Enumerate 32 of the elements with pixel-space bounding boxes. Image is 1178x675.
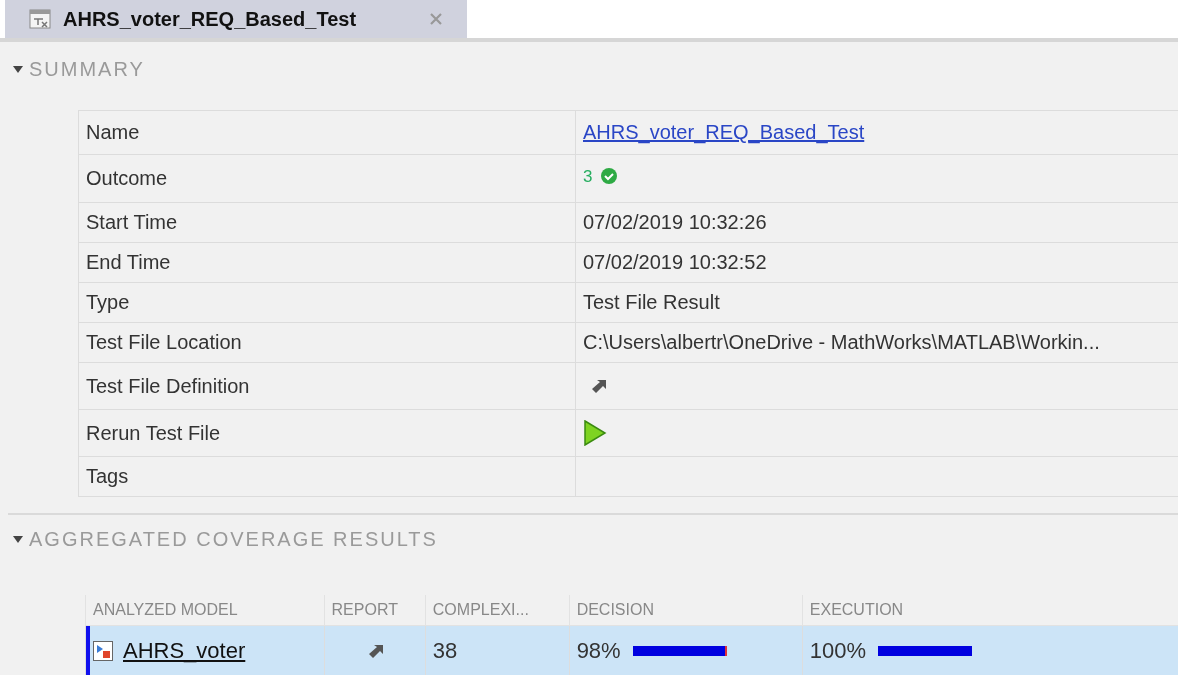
- table-cell: 38: [425, 625, 570, 675]
- section-header[interactable]: SUMMARY: [0, 42, 1178, 82]
- field-label: Test File Location: [78, 322, 576, 363]
- field-label: End Time: [78, 242, 576, 283]
- passed-count: 3: [583, 167, 593, 186]
- column-header[interactable]: DECISION: [569, 595, 803, 626]
- field-label: Start Time: [78, 202, 576, 243]
- play-icon[interactable]: [583, 420, 607, 446]
- check-circle-icon: [600, 167, 619, 185]
- table-row[interactable]: AHRS_voter 38 98% 100%: [85, 625, 1178, 675]
- field-label: Test File Definition: [78, 362, 576, 410]
- document-tab[interactable]: AHRS_voter_REQ_Based_Test: [5, 0, 467, 38]
- model-icon: [93, 641, 113, 661]
- field-label: Type: [78, 282, 576, 323]
- test-file-icon: [29, 9, 51, 29]
- collapse-caret-icon[interactable]: [13, 535, 23, 543]
- section-header[interactable]: AGGREGATED COVERAGE RESULTS: [0, 515, 1178, 555]
- tab-title: AHRS_voter_REQ_Based_Test: [63, 7, 357, 31]
- column-header[interactable]: COMPLEXI...: [425, 595, 570, 626]
- field-label: Tags: [78, 456, 576, 497]
- column-header[interactable]: EXECUTION: [802, 595, 1178, 626]
- column-header[interactable]: REPORT: [324, 595, 426, 626]
- model-link[interactable]: AHRS_voter: [123, 638, 246, 664]
- section-title: AGGREGATED COVERAGE RESULTS: [29, 527, 438, 551]
- field-label: Outcome: [78, 154, 576, 203]
- field-label: Rerun Test File: [78, 409, 576, 457]
- coverage-percent: 98%: [576, 638, 621, 664]
- field-label: Name: [78, 110, 576, 155]
- collapse-caret-icon[interactable]: [13, 65, 23, 73]
- column-header[interactable]: ANALYZED MODEL: [85, 595, 325, 626]
- coverage-percent: 100%: [809, 638, 867, 664]
- section-title: SUMMARY: [29, 57, 145, 81]
